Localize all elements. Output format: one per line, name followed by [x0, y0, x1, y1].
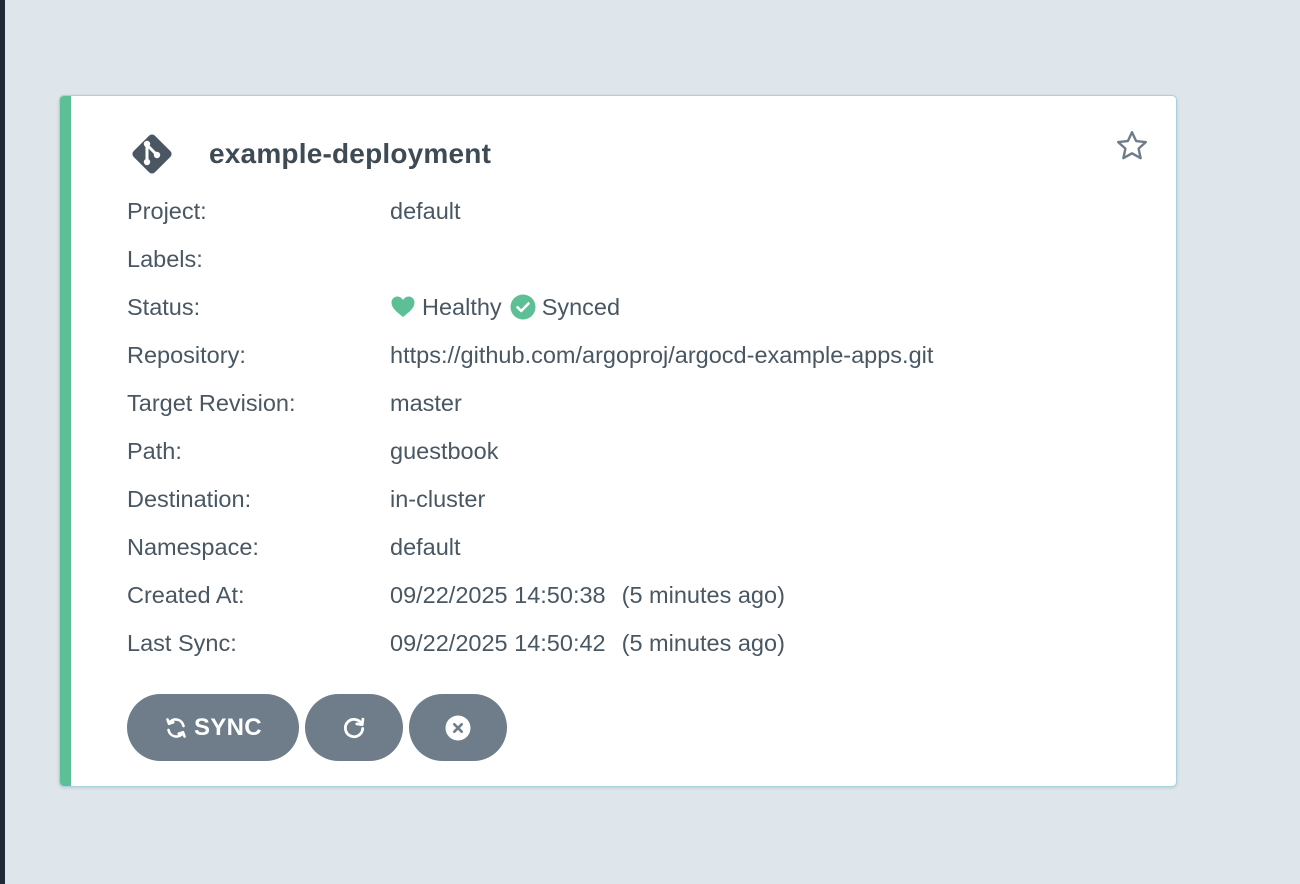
namespace-label: Namespace: [127, 533, 259, 560]
row-repository: Repository: https://github.com/argoproj/… [127, 331, 1147, 379]
app-details: Project: default Labels: Status: Healthy [127, 187, 1147, 667]
destination-value: in-cluster [390, 485, 486, 512]
git-icon [127, 129, 177, 179]
app-header: example-deployment [127, 130, 491, 178]
delete-button[interactable] [409, 694, 507, 761]
created-at-label: Created At: [127, 581, 245, 608]
heart-icon [390, 295, 416, 319]
row-labels: Labels: [127, 235, 1147, 283]
row-namespace: Namespace: default [127, 523, 1147, 571]
row-status: Status: Healthy Synced [127, 283, 1147, 331]
path-value: guestbook [390, 437, 499, 464]
project-value: default [390, 197, 461, 224]
last-sync-date: 09/22/2025 14:50:42 [390, 629, 606, 656]
created-at-value: 09/22/2025 14:50:38 (5 minutes ago) [390, 582, 785, 609]
target-revision-value: master [390, 389, 462, 416]
favorite-star-icon[interactable] [1112, 126, 1152, 166]
sidebar-edge [0, 0, 5, 884]
status-label: Status: [127, 293, 201, 320]
check-circle-icon [510, 294, 536, 320]
created-at-date: 09/22/2025 14:50:38 [390, 581, 606, 608]
repository-value: https://github.com/argoproj/argocd-examp… [390, 341, 934, 368]
status-value: Healthy Synced [390, 294, 628, 321]
destination-label: Destination: [127, 485, 252, 512]
row-target-revision: Target Revision: master [127, 379, 1147, 427]
sync-button-label: SYNC [194, 713, 262, 741]
last-sync-value: 09/22/2025 14:50:42 (5 minutes ago) [390, 630, 785, 657]
path-label: Path: [127, 437, 182, 464]
health-status-bar [60, 96, 71, 786]
action-buttons: SYNC [127, 694, 513, 761]
health-status: Healthy [422, 293, 502, 320]
close-circle-icon [445, 715, 471, 741]
last-sync-relative: (5 minutes ago) [621, 629, 785, 656]
sync-icon [164, 716, 188, 740]
project-label: Project: [127, 197, 207, 224]
row-project: Project: default [127, 187, 1147, 235]
sync-button[interactable]: SYNC [127, 694, 299, 761]
refresh-button[interactable] [305, 694, 403, 761]
created-at-relative: (5 minutes ago) [621, 581, 785, 608]
refresh-icon [341, 715, 367, 741]
last-sync-label: Last Sync: [127, 629, 237, 656]
labels-label: Labels: [127, 245, 203, 272]
sync-status: Synced [541, 293, 621, 320]
namespace-value: default [390, 533, 461, 560]
row-destination: Destination: in-cluster [127, 475, 1147, 523]
application-tile[interactable]: example-deployment Project: default Labe… [59, 95, 1177, 787]
row-last-sync: Last Sync: 09/22/2025 14:50:42 (5 minute… [127, 619, 1147, 667]
target-revision-label: Target Revision: [127, 389, 296, 416]
app-name[interactable]: example-deployment [209, 138, 491, 170]
row-created-at: Created At: 09/22/2025 14:50:38 (5 minut… [127, 571, 1147, 619]
repository-label: Repository: [127, 341, 246, 368]
row-path: Path: guestbook [127, 427, 1147, 475]
